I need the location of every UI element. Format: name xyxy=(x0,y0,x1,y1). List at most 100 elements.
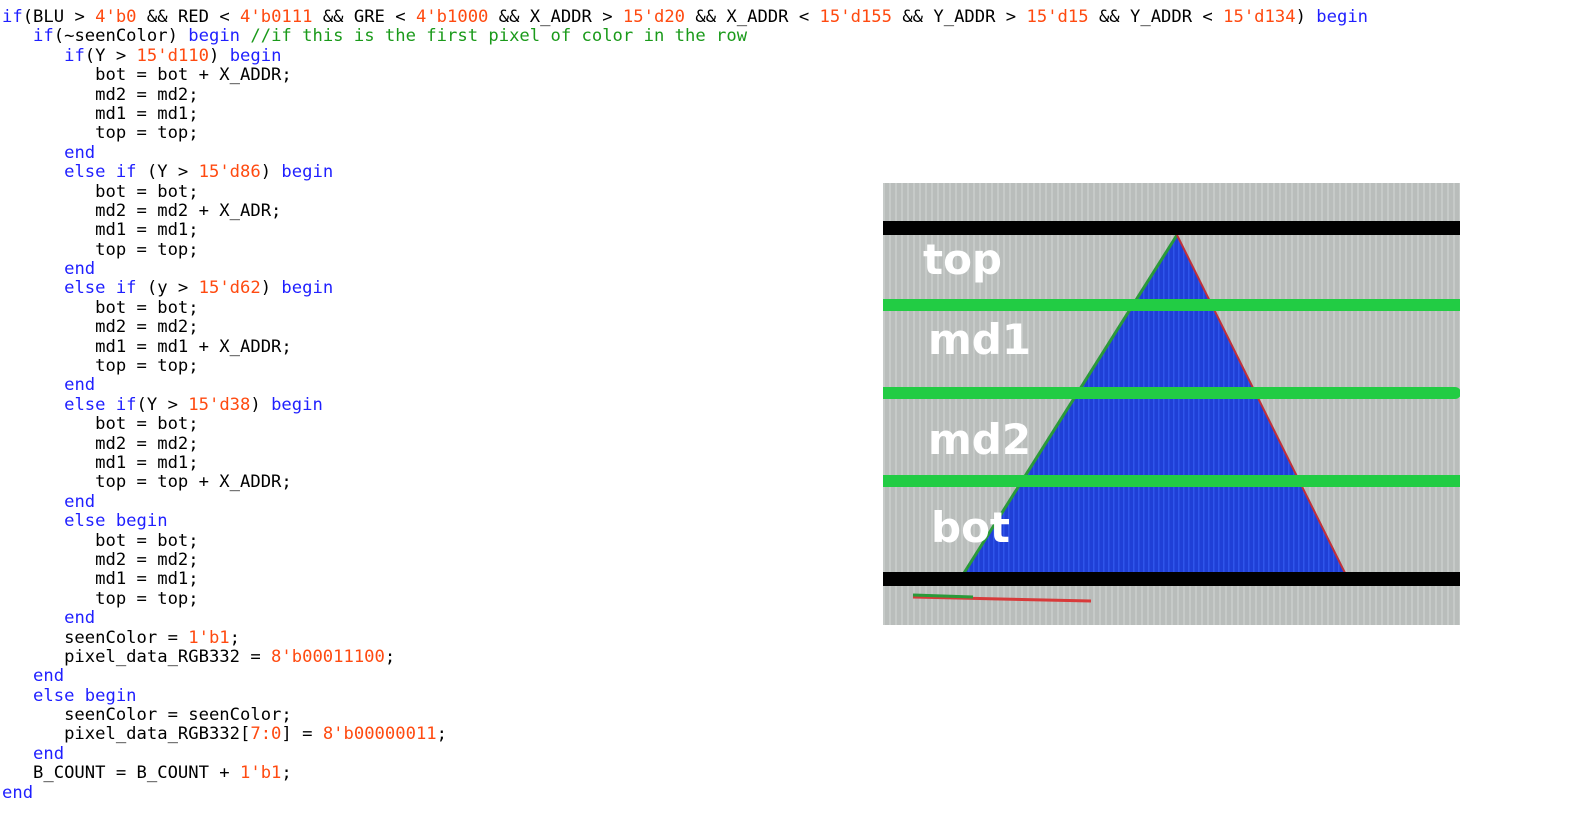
code-token: && Y_ADDR > xyxy=(891,7,1027,27)
code-token: 4'b0 xyxy=(95,7,137,27)
code-token: 15'd155 xyxy=(819,7,892,27)
code-token: top = top; xyxy=(2,588,199,609)
code-token: 15'd134 xyxy=(1223,7,1296,27)
code-line: else if (Y > 15'd86) begin xyxy=(2,162,1368,183)
code-token: 4'b0111 xyxy=(240,7,313,27)
green-streak xyxy=(912,593,974,599)
code-token: else if xyxy=(64,278,137,299)
code-line: bot = bot + X_ADDR; xyxy=(2,65,1368,85)
code-line: if(Y > 15'd110) begin xyxy=(2,45,1368,66)
code-token: md1 = md1; xyxy=(2,569,199,590)
code-line: end xyxy=(2,142,1368,163)
triangle-photo: top md1 md2 bot xyxy=(883,183,1460,625)
code-token: md2 = md2; xyxy=(2,317,199,338)
code-line: end xyxy=(2,743,1368,764)
code-token: bot = bot; xyxy=(2,181,199,202)
code-token: top = top + X_ADDR; xyxy=(2,472,292,493)
code-token: ) xyxy=(1295,7,1317,27)
code-token: bot = bot; xyxy=(2,297,199,318)
code-token: 15'd15 xyxy=(1026,7,1089,27)
code-token: (Y > xyxy=(136,162,199,183)
code-token: begin xyxy=(1316,7,1369,27)
code-token: B_COUNT = B_COUNT + xyxy=(2,763,240,784)
code-token: 8'b00011100 xyxy=(271,646,385,667)
code-token: end xyxy=(64,375,96,396)
code-token: 15'd62 xyxy=(198,278,261,299)
code-line: end xyxy=(2,782,1368,803)
code-line: top = top; xyxy=(2,124,1368,143)
code-token: begin xyxy=(188,26,241,47)
code-token: bot = bot; xyxy=(2,530,199,551)
code-token: 8'b00000011 xyxy=(322,724,437,745)
code-line: if(BLU > 4'b0 && RED < 4'b0111 && GRE < … xyxy=(2,7,1369,27)
code-token: pixel_data_RGB332[ xyxy=(2,724,251,745)
code-token: 15'd38 xyxy=(188,394,251,415)
code-token: begin xyxy=(281,278,334,299)
code-token: 4'b1000 xyxy=(415,7,489,27)
label-md2: md2 xyxy=(928,415,1032,464)
code-token: end xyxy=(64,259,96,280)
code-line: seenColor = 1'b1; xyxy=(2,627,1368,648)
code-token: (~seenColor) xyxy=(53,26,189,47)
code-token: md2 = md2; xyxy=(2,433,199,454)
code-token: ] = xyxy=(281,724,323,745)
code-token: 1'b1 xyxy=(188,627,230,648)
code-token: && RED < xyxy=(136,7,241,27)
code-token: seenColor = seenColor; xyxy=(2,705,292,726)
code-token: begin xyxy=(271,394,323,415)
code-line: pixel_data_RGB332[7:0] = 8'b00000011; xyxy=(2,725,1368,744)
code-token: seenColor = xyxy=(2,627,189,648)
code-token: //if this is the first pixel of color in… xyxy=(250,26,748,47)
code-token: end xyxy=(2,782,34,803)
label-top: top xyxy=(923,235,1002,284)
code-token: ; xyxy=(281,763,292,784)
code-token: if xyxy=(2,7,23,27)
code-token: && X_ADDR < xyxy=(685,7,820,27)
code-token: 15'd110 xyxy=(136,45,209,66)
code-token: && GRE < xyxy=(312,7,416,27)
code-line: seenColor = seenColor; xyxy=(2,705,1368,726)
code-token: 1'b1 xyxy=(240,763,282,784)
code-line: md1 = md1; xyxy=(2,103,1368,124)
code-token: end xyxy=(33,743,65,764)
code-token: else if xyxy=(64,162,137,183)
code-line: if(~seenColor) begin //if this is the fi… xyxy=(2,27,1368,46)
code-token: end xyxy=(33,666,65,687)
code-token: (BLU > xyxy=(22,7,96,27)
code-token: begin xyxy=(229,45,282,66)
code-token: && X_ADDR > xyxy=(488,7,623,27)
code-token: if xyxy=(33,26,54,47)
code-token: (Y > xyxy=(136,394,189,415)
code-token: (Y > xyxy=(84,45,137,66)
code-token: top = top; xyxy=(2,239,199,260)
code-token: ; xyxy=(384,646,396,667)
code-token: if xyxy=(64,45,85,66)
code-token: md2 = md2; xyxy=(2,549,199,570)
code-token: md1 = md1; xyxy=(2,452,199,473)
code-token: end xyxy=(64,491,96,512)
code-line: end xyxy=(2,667,1368,686)
code-token: md2 = md2 + X_ADR; xyxy=(2,200,282,221)
code-token: ; xyxy=(229,627,241,648)
code-token: ) xyxy=(250,394,272,415)
code-token: (y > xyxy=(136,278,199,299)
code-token: md2 = md2; xyxy=(2,84,199,105)
code-token: end xyxy=(64,608,96,629)
code-token: md1 = md1; xyxy=(2,103,199,124)
code-token: ) xyxy=(208,45,230,66)
code-token: end xyxy=(64,142,96,163)
code-token: md1 = md1 + X_ADDR; xyxy=(2,336,292,357)
